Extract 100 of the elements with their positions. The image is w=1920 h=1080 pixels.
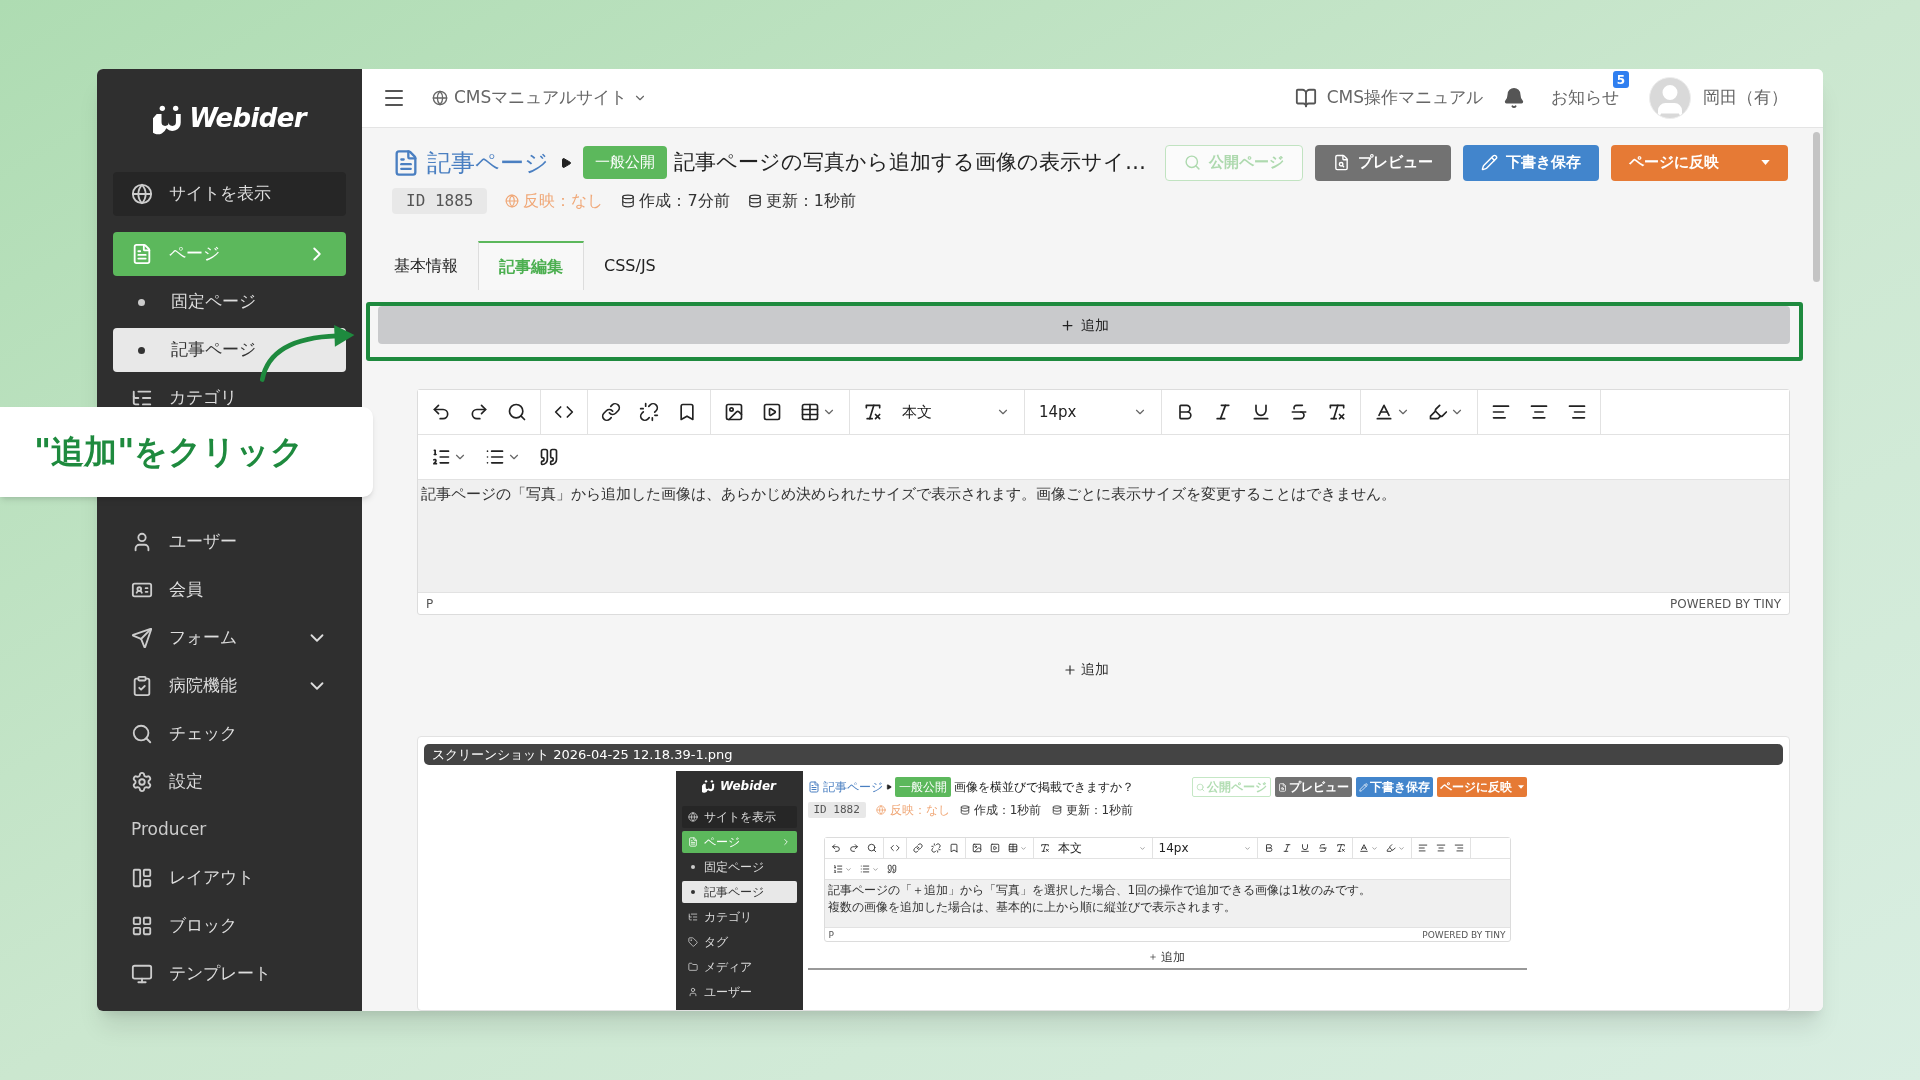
scrollbar[interactable] bbox=[1810, 128, 1823, 1011]
action-button[interactable]: プレビュー bbox=[1274, 777, 1352, 797]
chevron-down-icon bbox=[1397, 844, 1405, 852]
sidebar-item[interactable]: 設定 bbox=[113, 760, 346, 804]
action-button[interactable]: 下書き保存 bbox=[1463, 144, 1599, 181]
text-color-icon bbox=[1358, 843, 1369, 853]
sidebar-item[interactable]: カテゴリ bbox=[681, 906, 797, 928]
breadcrumb-link[interactable]: 記事ページ bbox=[822, 778, 883, 796]
grid-icon bbox=[131, 915, 153, 937]
unlink-icon bbox=[930, 843, 941, 853]
bullet-icon bbox=[138, 298, 145, 306]
clipboard-check-icon bbox=[131, 675, 153, 697]
breadcrumb-link[interactable]: 記事ページ bbox=[427, 144, 549, 181]
clear-format-icon bbox=[863, 402, 883, 422]
add-bar-button[interactable]: 追加 bbox=[378, 306, 1790, 344]
globe-icon bbox=[505, 194, 520, 209]
pencil-icon bbox=[1481, 154, 1498, 172]
publish-state: 反映：なし bbox=[523, 190, 604, 213]
page-title: 画像を横並びで掲載できますか？ bbox=[953, 779, 1134, 796]
notifications-link[interactable]: お知らせ bbox=[1551, 87, 1619, 108]
count-badge: 5 bbox=[1613, 71, 1629, 89]
database-icon bbox=[621, 194, 636, 209]
dropdown-select[interactable]: 本文 bbox=[892, 390, 1020, 434]
sidebar-item[interactable]: メディア bbox=[681, 956, 797, 978]
align-center-icon bbox=[1529, 402, 1549, 422]
sidebar-item[interactable]: 記事ページ bbox=[113, 328, 346, 372]
meta-text: 更新：1秒前 bbox=[1065, 802, 1134, 819]
chevron-down-icon bbox=[1243, 844, 1251, 852]
dropdown-select[interactable]: 本文 bbox=[1053, 838, 1150, 858]
document-icon bbox=[807, 781, 820, 793]
document-icon bbox=[687, 837, 698, 847]
sidebar-item[interactable]: テンプレート bbox=[113, 952, 346, 996]
chevron-down-icon bbox=[844, 865, 852, 873]
meta-text: 作成：1秒前 bbox=[973, 802, 1042, 819]
bullet-list-icon bbox=[859, 864, 870, 874]
clear-format-icon bbox=[1335, 843, 1346, 853]
strikethrough-icon bbox=[1317, 843, 1328, 853]
bookmark-icon bbox=[677, 402, 697, 422]
action-button[interactable]: プレビュー bbox=[1315, 144, 1451, 181]
image-icon bbox=[724, 402, 744, 422]
meta-text: 更新：1秒前 bbox=[765, 190, 856, 213]
hierarchy-icon bbox=[687, 912, 698, 922]
status-badge: 一般公開 bbox=[894, 777, 951, 797]
globe-icon bbox=[432, 90, 448, 106]
tab[interactable]: 基本情報 bbox=[374, 241, 478, 290]
link-icon bbox=[601, 402, 621, 422]
id-badge: ID 1885 bbox=[392, 188, 488, 215]
code-icon bbox=[889, 843, 900, 853]
branding-text: POWERED BY TINY bbox=[1670, 596, 1781, 613]
chevron-down-icon bbox=[1138, 844, 1146, 852]
element-path: P bbox=[426, 596, 434, 613]
clear-format-icon bbox=[1327, 402, 1347, 422]
globe-icon bbox=[131, 183, 153, 205]
tab[interactable]: CSS/JS bbox=[584, 241, 676, 290]
align-left-icon bbox=[1491, 402, 1511, 422]
sidebar-item[interactable]: ユーザー bbox=[113, 520, 346, 564]
sidebar-item[interactable]: 固定ページ bbox=[113, 280, 346, 324]
add-button[interactable]: 追加 bbox=[1063, 659, 1109, 680]
numbered-list-icon bbox=[431, 447, 451, 467]
sidebar-item[interactable]: 会員 bbox=[113, 568, 346, 612]
sidebar-item[interactable]: ブロック bbox=[113, 904, 346, 948]
plus-icon bbox=[1059, 317, 1075, 333]
paragraph: 記事ページの「写真」から追加した画像は、あらかじめ決められたサイズで表示されます。画像ごとに表示サイズを変更することはできません。 bbox=[421, 484, 1397, 505]
sidebar-item[interactable]: カテゴリ bbox=[113, 376, 346, 420]
sidebar-item[interactable]: フォーム bbox=[113, 616, 346, 660]
action-button[interactable]: 下書き保存 bbox=[1355, 777, 1433, 797]
align-left-icon bbox=[1417, 843, 1428, 853]
sidebar-item[interactable]: レイアウト bbox=[113, 856, 346, 900]
sidebar-item[interactable]: ユーザー bbox=[681, 981, 797, 1003]
sidebar-item[interactable]: 記事ページ bbox=[681, 881, 797, 903]
manual-link[interactable]: CMS操作マニュアル bbox=[1292, 85, 1483, 111]
link-icon bbox=[912, 843, 923, 853]
dropdown-select[interactable]: 14px bbox=[1154, 838, 1255, 858]
sidebar-item[interactable]: 病院機能 bbox=[113, 664, 346, 708]
database-icon bbox=[747, 194, 762, 209]
sidebar-item[interactable]: 固定ページ bbox=[681, 856, 797, 878]
sidebar-item[interactable]: チェック bbox=[113, 712, 346, 756]
sidebar-item[interactable]: タグ bbox=[681, 931, 797, 953]
underline-icon bbox=[1299, 843, 1310, 853]
paper-plane-icon bbox=[131, 627, 153, 649]
dropdown-select[interactable]: 14px bbox=[1029, 390, 1157, 434]
paragraph: 複数の画像を追加した場合は、基本的に上から順に縦並びで表示されます。 bbox=[827, 899, 1237, 916]
settings-icon bbox=[131, 771, 153, 793]
add-button[interactable]: 追加 bbox=[1149, 948, 1185, 966]
database-icon bbox=[1051, 805, 1062, 815]
sidebar-item[interactable]: サイトを表示 bbox=[113, 172, 346, 216]
folder-icon bbox=[687, 962, 698, 972]
publish-state: 反映：なし bbox=[889, 802, 950, 819]
editor-body[interactable]: 記事ページの「写真」から追加した画像は、あらかじめ決められたサイズで表示されます。画像ごとに表示サイズを変更することはできません。 bbox=[418, 479, 1789, 592]
element-path: P bbox=[828, 929, 834, 941]
bell-icon[interactable] bbox=[1503, 87, 1525, 109]
layout-icon bbox=[131, 867, 153, 889]
sidebar-item[interactable]: サイトを表示 bbox=[681, 806, 797, 828]
paragraph: 記事ページの「＋追加」から「写真」を選択した場合、1回の操作で追加できる画像は1枚のみです。 bbox=[827, 882, 1372, 899]
align-center-icon bbox=[1435, 843, 1446, 853]
editor-body[interactable]: 記事ページの「＋追加」から「写真」を選択した場合、1回の操作で追加できる画像は1枚のみです。 複数の画像を追加した場合は、基本的に上から順に縦並びで表示されます。 bbox=[824, 879, 1510, 927]
site-selector[interactable]: CMSマニュアルサイト bbox=[432, 85, 648, 111]
undo-icon bbox=[830, 843, 841, 853]
user-name[interactable]: 岡田（有） bbox=[1703, 85, 1788, 111]
monitor-icon bbox=[131, 963, 153, 985]
